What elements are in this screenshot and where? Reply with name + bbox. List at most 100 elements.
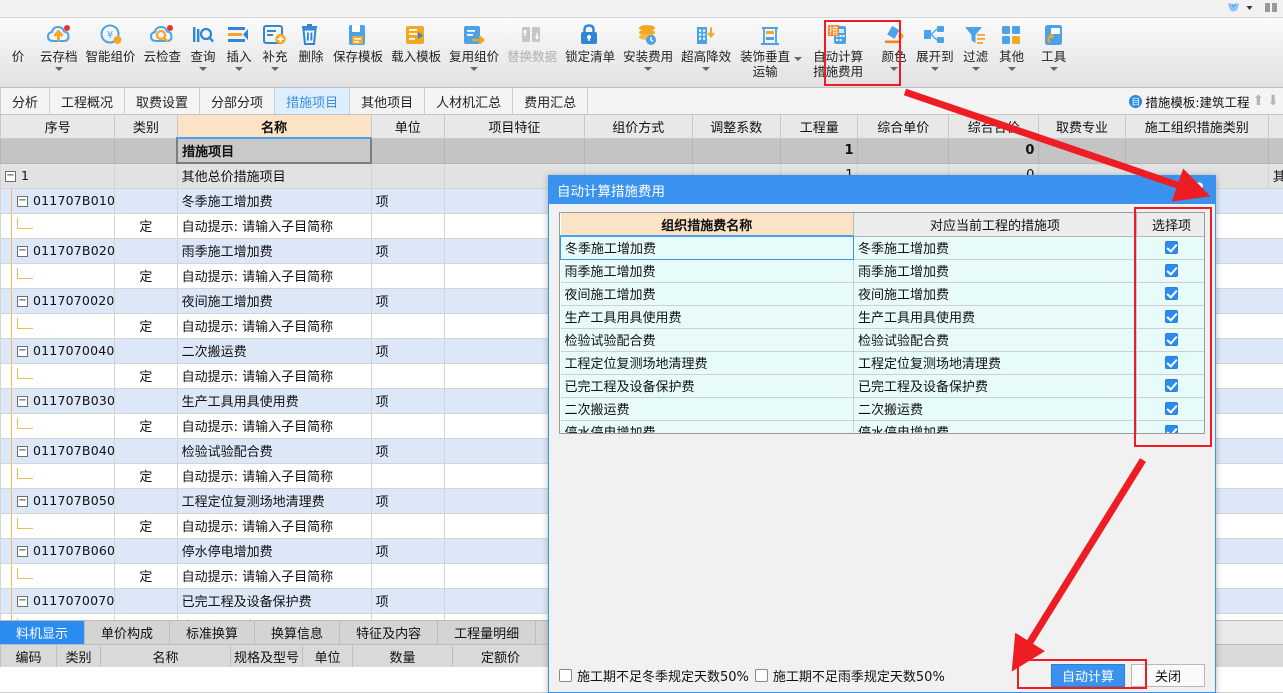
auto-calculate-button[interactable]: 自动计算 bbox=[1051, 663, 1125, 687]
cell-selection[interactable] bbox=[1136, 259, 1204, 283]
cell-mapped-measure[interactable]: 夜间施工增加费 bbox=[853, 282, 1137, 306]
cell-name[interactable]: 自动提示: 请输入子目简称 bbox=[176, 562, 372, 589]
collapse-expander-icon[interactable]: − bbox=[17, 545, 28, 557]
cell-seq[interactable]: −011707B06001 bbox=[0, 537, 116, 564]
scroll-down-arrow-icon[interactable]: ⬇ bbox=[1267, 93, 1279, 109]
tab-standard-conversion[interactable]: 标准换算 bbox=[170, 621, 256, 644]
ribbon-button-lock-list[interactable]: 锁定清单 bbox=[561, 18, 619, 64]
cell-org-measure-name[interactable]: 工程定位复测场地清理费 bbox=[560, 351, 854, 375]
ribbon-button-filter[interactable]: 过滤 bbox=[958, 18, 994, 71]
cell-name[interactable]: 工程定位复测场地清理费 bbox=[176, 487, 372, 514]
chevron-down-icon[interactable] bbox=[199, 67, 208, 71]
cell-org-measure-name[interactable]: 生产工具用具使用费 bbox=[560, 305, 854, 329]
cell-name[interactable]: 二次搬运费 bbox=[176, 337, 372, 364]
tab-material-machine-display[interactable]: 料机显示 bbox=[0, 621, 86, 644]
cell-name[interactable]: 自动提示: 请输入子目简称 bbox=[176, 512, 372, 539]
col-unit[interactable]: 单位 bbox=[302, 644, 353, 668]
chevron-down-icon[interactable] bbox=[470, 67, 479, 71]
ribbon-button-save-template[interactable]: 保存模板 bbox=[329, 18, 387, 64]
chevron-down-icon[interactable] bbox=[930, 67, 939, 71]
cell-selection[interactable] bbox=[1136, 397, 1204, 421]
col-quantity[interactable]: 工程量 bbox=[779, 115, 859, 139]
chevron-down-icon[interactable] bbox=[644, 67, 653, 71]
cell-name[interactable]: 检验试验配合费 bbox=[176, 437, 372, 464]
cell-org-measure-name[interactable]: 检验试验配合费 bbox=[560, 328, 854, 352]
tab-unit-price-composition[interactable]: 单价构成 bbox=[85, 621, 171, 644]
row-checkbox[interactable] bbox=[1165, 310, 1178, 323]
cell-mapped-measure[interactable]: 冬季施工增加费 bbox=[853, 236, 1137, 260]
table-row[interactable]: 雨季施工增加费 雨季施工增加费 bbox=[560, 259, 1204, 283]
cell-seq[interactable]: −011707004001 bbox=[0, 337, 116, 364]
tab-conversion-info[interactable]: 换算信息 bbox=[255, 621, 341, 644]
cell-name[interactable]: 自动提示: 请输入子目简称 bbox=[176, 212, 372, 239]
cell-selection[interactable] bbox=[1136, 282, 1204, 306]
ribbon-button-price[interactable]: 价 bbox=[0, 18, 36, 64]
ribbon-button-tools[interactable]: 工具 bbox=[1036, 18, 1072, 71]
col-name[interactable]: 名称 bbox=[100, 644, 231, 668]
col-spec-model[interactable]: 规格及型号 bbox=[230, 644, 303, 668]
ribbon-button-reuse-pricing[interactable]: 复用组价 bbox=[445, 18, 503, 71]
row-checkbox[interactable] bbox=[1165, 402, 1178, 415]
row-checkbox[interactable] bbox=[1165, 356, 1178, 369]
table-row[interactable]: 工程定位复测场地清理费 工程定位复测场地清理费 bbox=[560, 351, 1204, 375]
scroll-up-arrow-icon[interactable]: ⬆ bbox=[1253, 93, 1265, 109]
ribbon-button-other[interactable]: 其他 bbox=[994, 18, 1030, 71]
table-row[interactable]: 生产工具用具使用费 生产工具用具使用费 bbox=[560, 305, 1204, 329]
cell-selection[interactable] bbox=[1136, 328, 1204, 352]
rainy-days-checkbox[interactable] bbox=[754, 668, 768, 682]
chevron-down-icon[interactable] bbox=[271, 67, 280, 71]
collapse-expander-icon[interactable]: − bbox=[17, 245, 28, 257]
tab-quantity-details[interactable]: 工程量明细 bbox=[438, 621, 537, 644]
cell-org-measure-name[interactable]: 冬季施工增加费 bbox=[560, 235, 854, 260]
cell-selection[interactable] bbox=[1136, 305, 1204, 329]
cell-seq[interactable]: −1 bbox=[0, 162, 116, 189]
chevron-down-icon[interactable] bbox=[1049, 67, 1058, 71]
cell-selection[interactable] bbox=[1136, 420, 1204, 433]
table-row[interactable]: 措施项目 1 0 bbox=[0, 137, 1283, 164]
tab-labor-material-summary[interactable]: 人材机汇总 bbox=[425, 88, 514, 114]
cell-name[interactable]: 自动提示: 请输入子目简称 bbox=[176, 262, 372, 289]
cell-seq[interactable]: −011707B02001 bbox=[0, 237, 116, 264]
cell-name[interactable]: 夜间施工增加费 bbox=[176, 287, 372, 314]
cell-org-measure-name[interactable]: 雨季施工增加费 bbox=[560, 259, 854, 283]
table-row[interactable]: 停水停电增加费 停水停电增加费 bbox=[560, 420, 1204, 433]
col-category[interactable]: 类别 bbox=[114, 115, 178, 139]
row-checkbox[interactable] bbox=[1165, 264, 1178, 277]
col-unit-price[interactable]: 综合单价 bbox=[857, 115, 949, 139]
chevron-down-icon[interactable] bbox=[794, 57, 803, 61]
cell-name[interactable]: 自动提示: 请输入子目简称 bbox=[176, 412, 372, 439]
cell-mapped-measure[interactable]: 停水停电增加费 bbox=[853, 420, 1137, 433]
row-checkbox[interactable] bbox=[1165, 333, 1178, 346]
chevron-down-icon[interactable] bbox=[235, 67, 244, 71]
help-icon[interactable]: ? bbox=[1194, 180, 1207, 200]
row-checkbox[interactable] bbox=[1165, 425, 1178, 433]
collapse-expander-icon[interactable]: − bbox=[17, 595, 28, 607]
collapse-expander-icon[interactable]: − bbox=[17, 445, 28, 457]
ribbon-button-delete[interactable]: 删除 bbox=[293, 18, 329, 64]
cell-seq[interactable]: −011707002001 bbox=[0, 287, 116, 314]
close-button[interactable]: 关闭 bbox=[1131, 663, 1205, 687]
tab-subdivision[interactable]: 分部分项 bbox=[200, 88, 276, 114]
checkbox-rainy-days[interactable]: 施工期不足雨季规定天数50% bbox=[754, 666, 945, 685]
col-total-price[interactable]: 综合合价 bbox=[947, 115, 1040, 139]
ribbon-button-vertical-transport[interactable]: 装饰垂直运输 bbox=[735, 18, 806, 79]
cell-seq[interactable]: −011707B03001 bbox=[0, 387, 116, 414]
cell-name[interactable]: 自动提示: 请输入子目简称 bbox=[176, 312, 372, 339]
ribbon-button-query[interactable]: 查询 bbox=[185, 18, 221, 71]
cell-mapped-measure[interactable]: 工程定位复测场地清理费 bbox=[853, 351, 1137, 375]
tab-fee-summary[interactable]: 费用汇总 bbox=[513, 88, 589, 114]
cell-mapped-measure[interactable]: 二次搬运费 bbox=[853, 397, 1137, 421]
cell-org-measure-name[interactable]: 夜间施工增加费 bbox=[560, 282, 854, 306]
col-fee-profession[interactable]: 取费专业 bbox=[1038, 115, 1126, 139]
cell-name[interactable]: 停水停电增加费 bbox=[176, 537, 372, 564]
tab-fee-settings[interactable]: 取费设置 bbox=[125, 88, 201, 114]
col-quota-price[interactable]: 定额价 bbox=[452, 644, 549, 668]
col-unit[interactable]: 单位 bbox=[370, 115, 445, 139]
table-row[interactable]: 已完工程及设备保护费 已完工程及设备保护费 bbox=[560, 374, 1204, 398]
table-row[interactable]: 二次搬运费 二次搬运费 bbox=[560, 397, 1204, 421]
chevron-down-icon[interactable] bbox=[1007, 67, 1016, 71]
cell-mapped-measure[interactable]: 检验试验配合费 bbox=[853, 328, 1137, 352]
cell-name[interactable]: 措施项目 bbox=[176, 137, 373, 164]
ribbon-button-color[interactable]: 颜色 bbox=[876, 18, 912, 71]
table-row[interactable]: 检验试验配合费 检验试验配合费 bbox=[560, 328, 1204, 352]
